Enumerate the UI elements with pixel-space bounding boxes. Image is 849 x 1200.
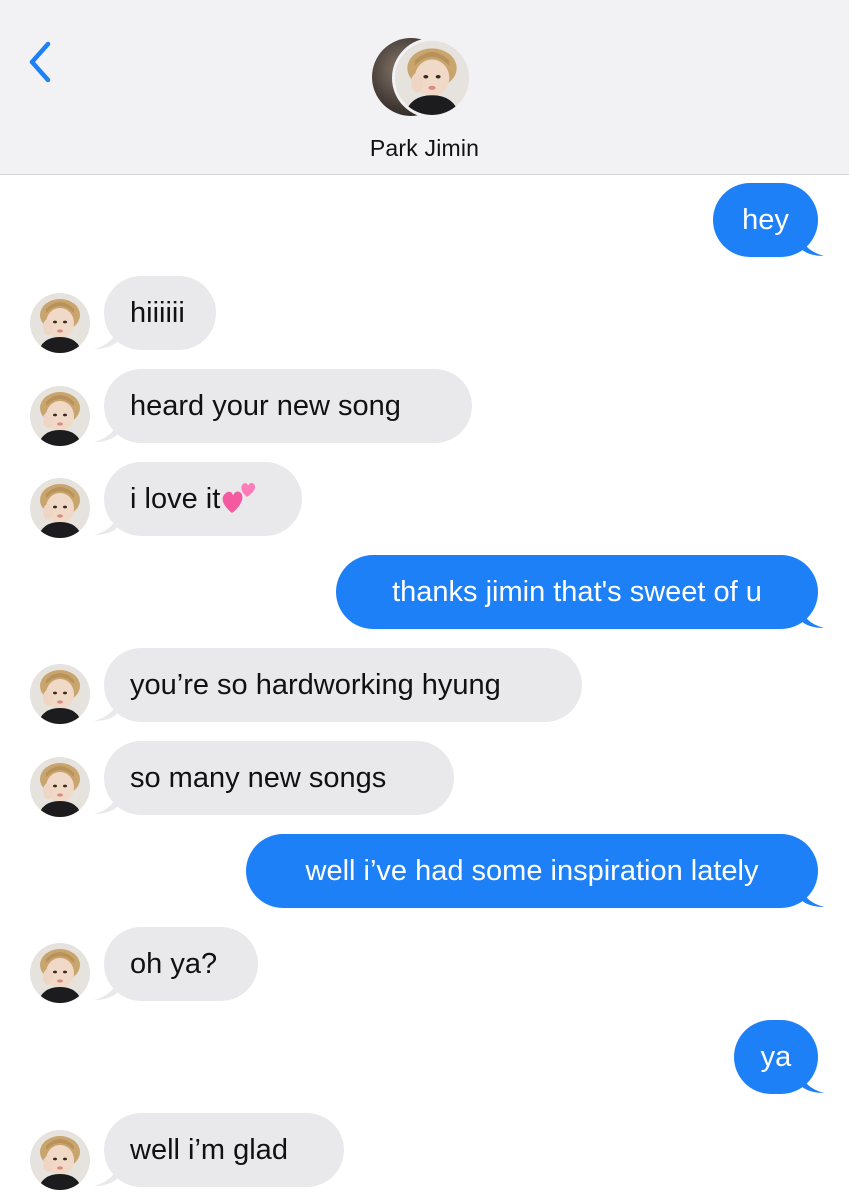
chevron-left-icon <box>29 41 51 83</box>
sender-avatar[interactable] <box>30 757 90 817</box>
sender-avatar[interactable] <box>30 664 90 724</box>
back-button[interactable] <box>22 38 62 88</box>
sender-avatar[interactable] <box>30 943 90 1003</box>
bubble-tail <box>94 697 118 721</box>
received-bubble[interactable]: i love it <box>104 462 302 536</box>
sent-bubble[interactable]: well i’ve had some inspiration lately <box>246 834 818 908</box>
bubble-tail <box>800 604 824 628</box>
received-bubble[interactable]: hiiiiii <box>104 276 216 350</box>
sender-avatar[interactable] <box>30 293 90 353</box>
received-bubble[interactable]: well i’m glad <box>104 1113 344 1187</box>
bubble-tail <box>94 976 118 1000</box>
received-bubble[interactable]: you’re so hardworking hyung <box>104 648 582 722</box>
message-text: i love it <box>130 483 221 515</box>
received-bubble[interactable]: heard your new song <box>104 369 472 443</box>
bubble-tail <box>800 883 824 907</box>
received-bubble[interactable]: so many new songs <box>104 741 454 815</box>
bubble-tail <box>94 1162 118 1186</box>
contact-name[interactable]: Park Jimin <box>0 135 849 162</box>
two-hearts-icon <box>222 483 256 514</box>
sent-bubble[interactable]: thanks jimin that's sweet of u <box>336 555 818 629</box>
contact-avatar-group[interactable] <box>372 38 482 120</box>
bubble-tail <box>94 418 118 442</box>
conversation-header: Park Jimin <box>0 0 849 175</box>
sender-avatar[interactable] <box>30 386 90 446</box>
bubble-tail <box>94 325 118 349</box>
bubble-tail <box>94 790 118 814</box>
sender-avatar[interactable] <box>30 1130 90 1190</box>
bubble-tail <box>800 1069 824 1093</box>
bubble-tail <box>94 511 118 535</box>
bubble-tail <box>800 232 824 256</box>
sender-avatar[interactable] <box>30 478 90 538</box>
received-bubble[interactable]: oh ya? <box>104 927 258 1001</box>
contact-avatar <box>392 38 472 118</box>
